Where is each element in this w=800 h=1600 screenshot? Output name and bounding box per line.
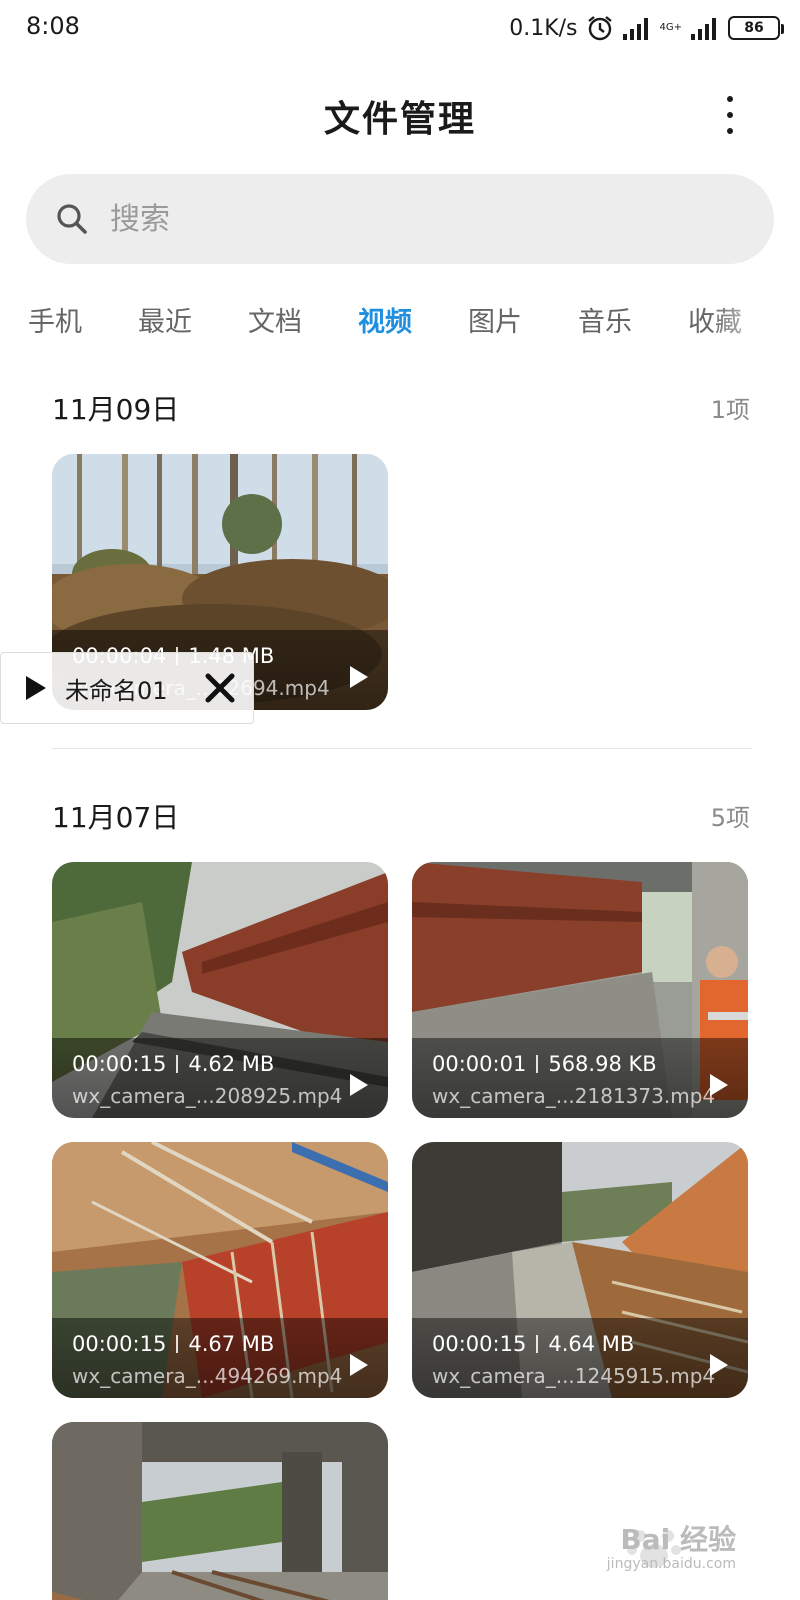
video-thumbnail[interactable]: 00:00:15 4.67 MB wx_camera_...494269.mp4: [52, 1142, 388, 1398]
video-meta: 00:00:15 4.64 MB: [432, 1332, 634, 1356]
tab-phone[interactable]: 手机: [28, 300, 82, 339]
close-icon[interactable]: [203, 671, 237, 705]
video-thumbnail[interactable]: 00:00:15 4.64 MB wx_camera_...1245915.mp…: [412, 1142, 748, 1398]
video-thumbnail-image: [52, 1422, 388, 1600]
meta-separator: [176, 1055, 179, 1073]
search-icon: [57, 204, 87, 234]
tab-images[interactable]: 图片: [468, 300, 522, 339]
mini-player[interactable]: 未命名01: [0, 652, 254, 724]
play-icon: [350, 1074, 368, 1096]
status-time: 8:08: [26, 12, 80, 40]
video-meta: 00:00:01 568.98 KB: [432, 1052, 657, 1076]
meta-separator: [176, 1335, 179, 1353]
section-date: 11月09日: [52, 393, 180, 426]
meta-separator: [536, 1055, 539, 1073]
battery-icon: 86: [728, 16, 784, 40]
battery-level: 86: [744, 20, 764, 36]
meta-separator: [536, 1335, 539, 1353]
alarm-icon: [587, 16, 612, 41]
watermark-text: Bai 经验: [620, 1523, 736, 1556]
video-duration: 00:00:15: [432, 1332, 527, 1356]
video-meta: 00:00:15 4.67 MB: [72, 1332, 274, 1356]
video-duration: 00:00:15: [72, 1332, 167, 1356]
watermark-url: jingyan.baidu.com: [606, 1556, 736, 1572]
status-icons: 0.1K/s 4G+ 86: [509, 12, 784, 44]
video-filename: wx_camera_...208925.mp4: [72, 1084, 343, 1108]
more-dot-icon: [727, 112, 733, 118]
status-bar: 8:08 0.1K/s 4G+ 86: [0, 0, 800, 56]
video-thumbnail[interactable]: [52, 1422, 388, 1600]
network-type-label: 4G+: [660, 23, 683, 33]
video-size: 568.98 KB: [548, 1052, 657, 1076]
video-size: 4.67 MB: [188, 1332, 275, 1356]
section-date: 11月07日: [52, 801, 180, 834]
section-count: 5项: [710, 804, 750, 832]
signal-icon: [622, 18, 648, 40]
tab-videos[interactable]: 视频: [358, 300, 412, 339]
video-size: 4.64 MB: [548, 1332, 635, 1356]
signal-icon-2: [691, 18, 716, 40]
section-count: 1项: [710, 396, 750, 424]
category-tabs: 手机 最近 文档 视频 图片 音乐 收藏: [0, 292, 800, 352]
more-dot-icon: [727, 96, 733, 102]
play-icon: [710, 1354, 728, 1376]
tab-documents[interactable]: 文档: [248, 300, 302, 339]
page-title: 文件管理: [323, 99, 476, 140]
video-duration: 00:00:01: [432, 1052, 527, 1076]
section-divider: [52, 748, 752, 749]
network-type: 4G+: [659, 22, 683, 33]
tab-recent[interactable]: 最近: [138, 300, 192, 339]
mini-player-title: 未命名01: [65, 676, 168, 705]
tab-music[interactable]: 音乐: [578, 300, 632, 339]
video-filename: wx_camera_...494269.mp4: [72, 1364, 343, 1388]
play-icon: [350, 1354, 368, 1376]
more-options-button[interactable]: [710, 92, 750, 138]
search-bar[interactable]: [26, 174, 774, 264]
play-icon: [350, 666, 368, 688]
title-bar: 文件管理: [0, 80, 800, 150]
video-filename: wx_camera_...1245915.mp4: [432, 1364, 716, 1388]
play-icon: [710, 1074, 728, 1096]
net-speed: 0.1K/s: [509, 15, 578, 41]
tabs-fade: [710, 292, 800, 352]
video-size: 4.62 MB: [188, 1052, 275, 1076]
video-filename: wx_camera_...2181373.mp4: [432, 1084, 716, 1108]
video-duration: 00:00:15: [72, 1052, 167, 1076]
video-thumbnail[interactable]: 00:00:01 568.98 KB wx_camera_...2181373.…: [412, 862, 748, 1118]
video-thumbnail[interactable]: 00:00:15 4.62 MB wx_camera_...208925.mp4: [52, 862, 388, 1118]
search-input[interactable]: [110, 201, 710, 237]
more-dot-icon: [727, 128, 733, 134]
video-meta: 00:00:15 4.62 MB: [72, 1052, 274, 1076]
play-icon[interactable]: [23, 673, 49, 703]
